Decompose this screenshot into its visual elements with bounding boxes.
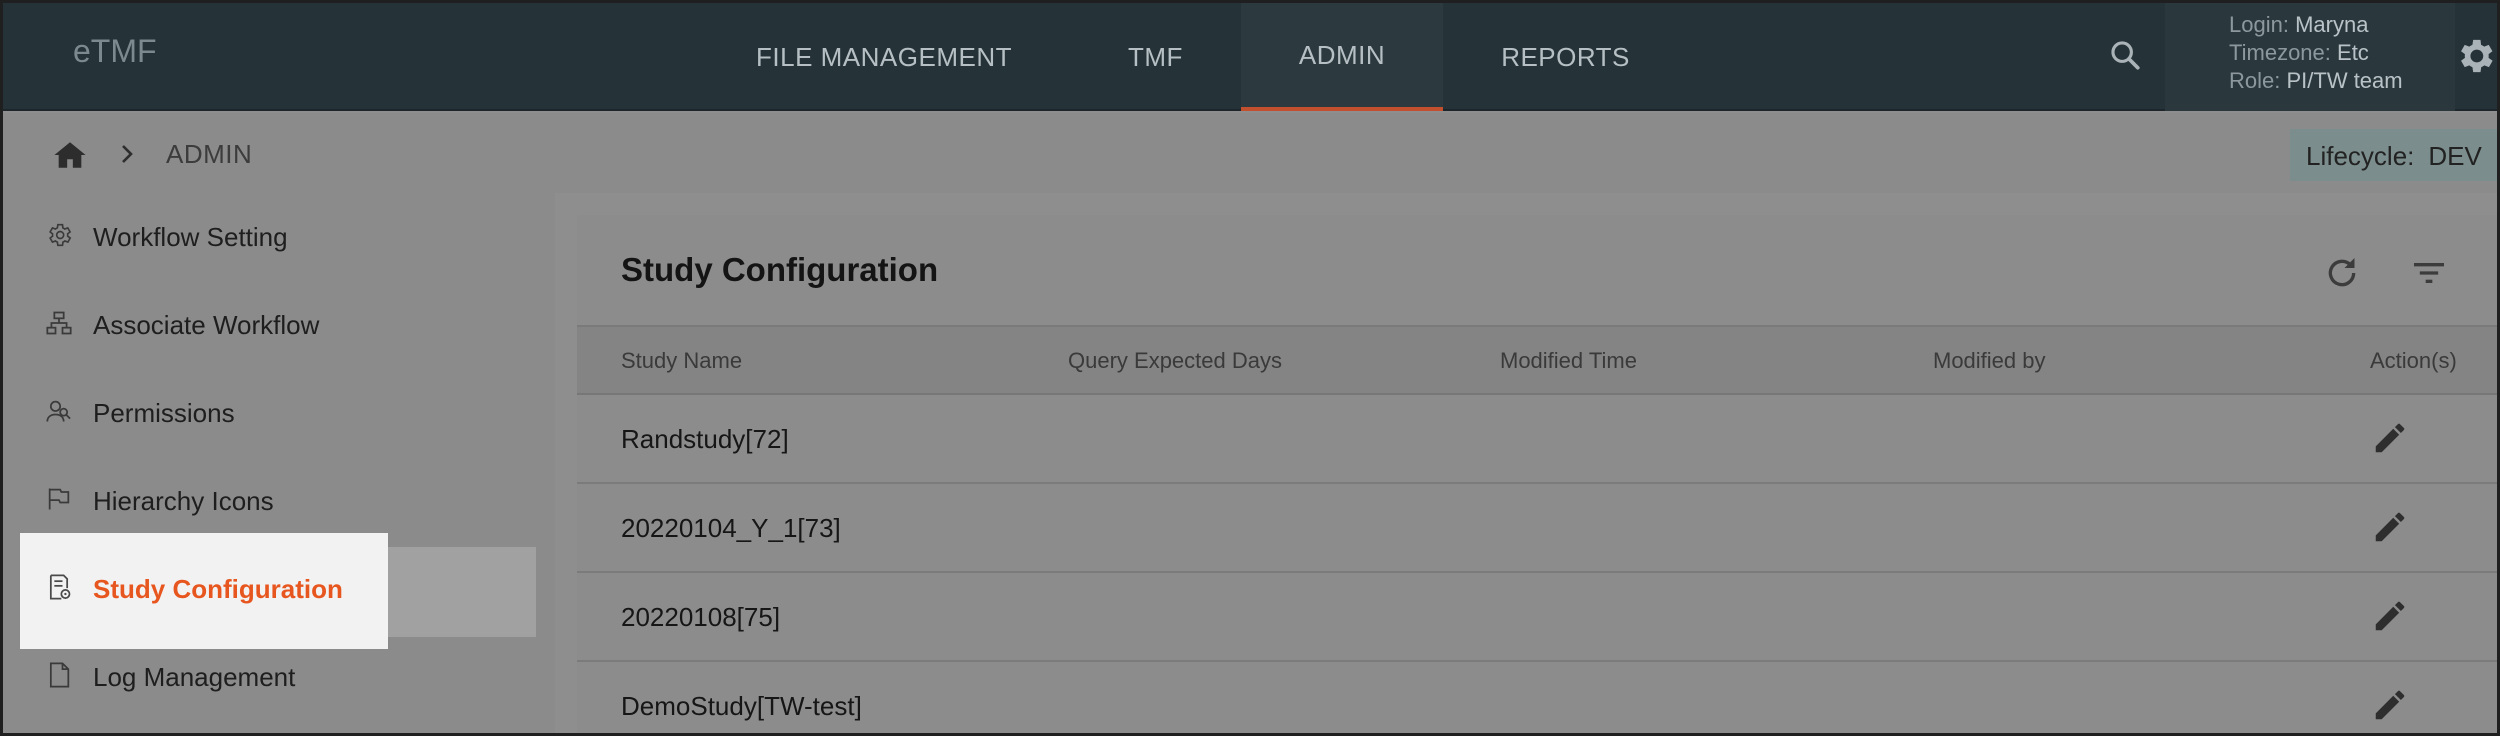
nav-admin[interactable]: ADMIN <box>1240 3 1444 111</box>
hierarchy-icon <box>45 309 73 339</box>
refresh-icon[interactable] <box>2322 253 2366 297</box>
sidebar-item-label: Permissions <box>93 398 235 428</box>
edit-pencil-icon[interactable] <box>2371 597 2411 637</box>
study-name-cell: 20220108[75] <box>621 602 781 632</box>
main-nav: FILE MANAGEMENT TMF ADMIN REPORTS <box>698 3 1688 111</box>
settings-gear-icon[interactable] <box>2453 31 2497 81</box>
sidebar-item-label: Study Configuration <box>93 574 343 604</box>
sidebar-item-workflow-setting[interactable]: Workflow Setting <box>3 193 555 281</box>
nav-file-management[interactable]: FILE MANAGEMENT <box>698 3 1070 111</box>
app-logo[interactable]: eTMF <box>73 33 157 70</box>
sidebar-item-permissions[interactable]: Permissions <box>3 369 555 457</box>
edit-pencil-icon[interactable] <box>2371 508 2411 548</box>
column-study-name[interactable]: Study Name <box>621 348 742 374</box>
lifecycle-badge: Lifecycle: DEV <box>2290 129 2497 181</box>
nav-tmf[interactable]: TMF <box>1070 3 1241 111</box>
flag-icon <box>45 485 73 515</box>
sidebar-item-label: Log Management <box>93 662 296 692</box>
study-name-cell: Randstudy[72] <box>621 424 789 454</box>
chevron-right-icon <box>115 139 139 169</box>
column-actions: Action(s) <box>2370 348 2457 373</box>
study-name-cell: DemoStudy[TW-test] <box>621 691 862 721</box>
column-modified-time[interactable]: Modified Time <box>1500 348 1637 374</box>
study-name-cell: 20220104_Y_1[73] <box>621 513 841 543</box>
top-navigation-bar: eTMF FILE MANAGEMENT TMF ADMIN REPORTS L… <box>3 3 2497 111</box>
page-title: Study Configuration <box>621 251 939 288</box>
app-window: eTMF FILE MANAGEMENT TMF ADMIN REPORTS L… <box>0 0 2500 736</box>
edit-pencil-icon[interactable] <box>2371 686 2411 726</box>
sidebar-item-label: Associate Workflow <box>93 310 320 340</box>
search-icon[interactable] <box>2103 33 2147 77</box>
filter-icon[interactable] <box>2409 253 2453 297</box>
sidebar-item-label: Hierarchy Icons <box>93 486 274 516</box>
column-modified-by[interactable]: Modified by <box>1933 348 2046 374</box>
user-timezone: Timezone: Etc <box>2229 40 2369 65</box>
table-row[interactable]: Randstudy[72] <box>577 395 2497 484</box>
column-query-expected-days[interactable]: Query Expected Days <box>1068 348 1282 374</box>
user-login: Login: Maryna <box>2229 12 2369 37</box>
users-icon <box>45 397 73 427</box>
breadcrumb-current: ADMIN <box>166 139 253 169</box>
table-row[interactable]: 20220108[75] <box>577 573 2497 662</box>
file-icon <box>45 661 73 691</box>
document-settings-icon <box>45 573 73 603</box>
sidebar-item-log-management[interactable]: Log Management <box>3 633 555 721</box>
admin-sidebar: Workflow Setting Associate Workflow Perm… <box>3 193 555 733</box>
sidebar-item-study-configuration[interactable]: Study Configuration <box>3 545 555 633</box>
breadcrumb: ADMIN Lifecycle: DEV <box>3 113 2497 193</box>
gear-icon <box>45 221 73 251</box>
user-info: Login: Maryna Timezone: Etc Role: PI/TW … <box>2165 3 2455 111</box>
nav-reports[interactable]: REPORTS <box>1443 3 1688 111</box>
table-row[interactable]: 20220104_Y_1[73] <box>577 484 2497 573</box>
user-role: Role: PI/TW team <box>2229 68 2403 93</box>
sidebar-item-associate-workflow[interactable]: Associate Workflow <box>3 281 555 369</box>
table-header: Study Name Query Expected Days Modified … <box>577 325 2497 395</box>
edit-pencil-icon[interactable] <box>2371 419 2411 459</box>
sidebar-item-hierarchy-icons[interactable]: Hierarchy Icons <box>3 457 555 545</box>
sidebar-item-label: Workflow Setting <box>93 222 288 252</box>
study-configuration-panel: Study Configuration Study Name Query Exp… <box>577 215 2497 733</box>
home-icon[interactable] <box>53 139 87 171</box>
table-row[interactable]: DemoStudy[TW-test] <box>577 662 2497 733</box>
